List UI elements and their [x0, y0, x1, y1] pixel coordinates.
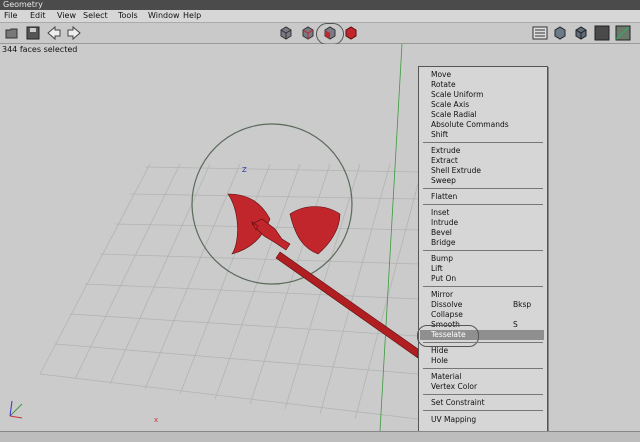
wireframe-icon[interactable] [594, 25, 610, 41]
menu-view[interactable]: View [57, 11, 76, 21]
y-axis-line [379, 44, 403, 431]
menu-item-absolute-commands[interactable]: Absolute Commands [431, 120, 509, 130]
menu-separator [423, 188, 543, 189]
menu-item-mirror[interactable]: Mirror [431, 290, 453, 300]
highlight-ring [417, 325, 479, 347]
menu-separator [423, 286, 543, 287]
menu-separator [423, 410, 543, 411]
vertex-mode-icon[interactable] [278, 25, 294, 41]
smooth-shade-icon[interactable] [552, 25, 568, 41]
menu-item-scale-radial[interactable]: Scale Radial [431, 110, 477, 120]
origin-axes [9, 400, 23, 419]
menu-item-sweep[interactable]: Sweep [431, 176, 456, 186]
redo-arrow-icon[interactable] [66, 25, 82, 41]
menu-tools[interactable]: Tools [118, 11, 138, 21]
menu-item-set-constraint[interactable]: Set Constraint [431, 398, 485, 408]
status-text: 344 faces selected [2, 45, 78, 54]
menu-item-shift[interactable]: Shift [431, 130, 448, 140]
toolbar [0, 23, 640, 45]
dissolve-shortcut: Bksp [513, 300, 532, 309]
menu-item-shell-extrude[interactable]: Shell Extrude [431, 166, 481, 176]
selection-sphere [191, 123, 353, 285]
window-title: Geometry [3, 0, 43, 9]
save-icon[interactable] [25, 25, 41, 41]
menu-item-material[interactable]: Material [431, 372, 461, 382]
body-mode-icon[interactable] [343, 25, 359, 41]
smooth-shortcut: S [513, 320, 518, 329]
menu-item-flatten[interactable]: Flatten [431, 192, 457, 202]
menu-separator [423, 204, 543, 205]
menu-item-dissolve[interactable]: Dissolve [431, 300, 462, 310]
menu-item-rotate[interactable]: Rotate [431, 80, 456, 90]
menu-item-vertex-color[interactable]: Vertex Color [431, 382, 477, 392]
menu-item-inset[interactable]: Inset [431, 208, 449, 218]
menu-item-bridge[interactable]: Bridge [431, 238, 455, 248]
menu-separator [423, 368, 543, 369]
menu-item-scale-axis[interactable]: Scale Axis [431, 100, 469, 110]
title-bar: Geometry [0, 0, 640, 10]
menu-file[interactable]: File [4, 11, 17, 21]
menu-select[interactable]: Select [83, 11, 108, 21]
z-axis-label: Z [242, 166, 247, 174]
menu-item-put-on[interactable]: Put On [431, 274, 456, 284]
undo-arrow-icon[interactable] [46, 25, 62, 41]
menu-item-move[interactable]: Move [431, 70, 451, 80]
menu-item-collapse[interactable]: Collapse [431, 310, 463, 320]
menu-separator [423, 394, 543, 395]
menu-item-extrude[interactable]: Extrude [431, 146, 460, 156]
menu-item-lift[interactable]: Lift [431, 264, 443, 274]
menu-bar: File Edit View Select Tools Window Help [0, 10, 640, 23]
active-mode-ring [316, 23, 344, 45]
menu-item-uv-mapping[interactable]: UV Mapping [431, 415, 476, 425]
menu-item-bump[interactable]: Bump [431, 254, 453, 264]
flat-shade-icon[interactable] [573, 25, 589, 41]
menu-item-bevel[interactable]: Bevel [431, 228, 452, 238]
bottom-status-bar [0, 431, 640, 442]
menu-item-scale-uniform[interactable]: Scale Uniform [431, 90, 483, 100]
outliner-icon[interactable] [532, 25, 548, 41]
menu-separator [423, 250, 543, 251]
menu-separator [423, 142, 543, 143]
menu-item-hole[interactable]: Hole [431, 356, 448, 366]
grid-icon[interactable] [615, 25, 631, 41]
menu-item-extract[interactable]: Extract [431, 156, 458, 166]
menu-help[interactable]: Help [183, 11, 201, 21]
context-menu: Move Rotate Scale Uniform Scale Axis Sca… [417, 66, 548, 434]
menu-item-hide[interactable]: Hide [431, 346, 448, 356]
ground-grid [39, 163, 419, 420]
x-axis-label: x [154, 416, 159, 424]
edge-mode-icon[interactable] [300, 25, 316, 41]
menu-window[interactable]: Window [148, 11, 180, 21]
open-icon[interactable] [4, 25, 20, 41]
menu-separator [423, 342, 543, 343]
axe-model [227, 193, 419, 359]
menu-edit[interactable]: Edit [30, 11, 46, 21]
menu-item-intrude[interactable]: Intrude [431, 218, 458, 228]
